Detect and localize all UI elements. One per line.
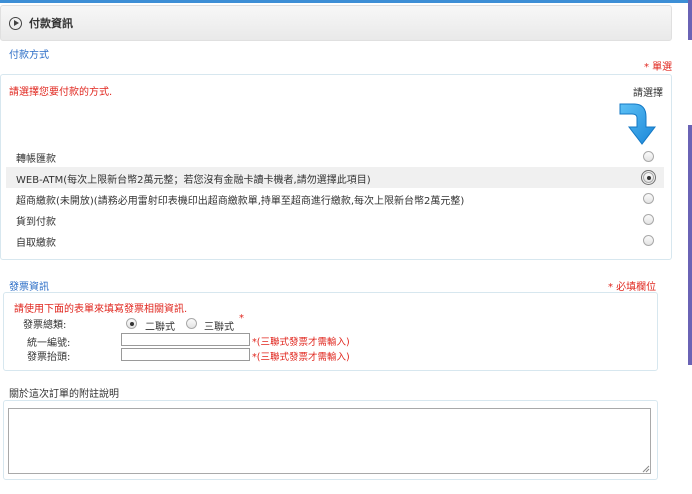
radio-cod[interactable] xyxy=(643,214,654,225)
payment-instruction: 請選擇您要付款的方式. xyxy=(9,87,113,98)
option-label: 自取繳款 xyxy=(16,238,56,249)
invoice-title-note: *(三聯式發票才需輸入) xyxy=(252,352,350,363)
top-accent-line xyxy=(0,0,692,3)
payment-option-transfer[interactable]: 轉帳匯款 xyxy=(6,146,664,167)
required-asterisk: * xyxy=(239,313,244,324)
option-label: WEB-ATM(每次上限新台幣2萬元整；若您沒有金融卡讀卡機者,請勿選擇此項目) xyxy=(16,175,371,186)
payment-option-convenience-store[interactable]: 超商繳款(未開放)(請務必用雷射印表機印出超商繳款單,持單至超商進行繳款,每次上… xyxy=(6,188,664,209)
radio-three-part-invoice[interactable] xyxy=(186,318,197,329)
three-part-label: 三聯式 xyxy=(204,322,234,333)
invoice-type-label: 發票總類: xyxy=(23,320,67,331)
single-choice-note: * 單選 xyxy=(644,62,673,73)
invoice-instruction: 請使用下面的表單來填寫發票相關資訊. xyxy=(14,304,188,315)
two-part-label: 二聯式 xyxy=(145,322,175,333)
order-comments-textarea[interactable] xyxy=(8,408,651,474)
tax-id-label: 統一編號: xyxy=(27,338,71,349)
tax-id-input[interactable] xyxy=(121,333,250,346)
right-edge-bar xyxy=(688,125,692,365)
choose-label: 請選擇 xyxy=(633,88,663,99)
order-comments-label: 關於這次訂單的附註說明 xyxy=(9,389,119,400)
option-label: 轉帳匯款 xyxy=(16,154,56,165)
radio-convenience-store[interactable] xyxy=(643,193,654,204)
tax-id-note: *(三聯式發票才需輸入) xyxy=(252,337,350,348)
radio-pickup[interactable] xyxy=(643,235,654,246)
payment-option-cod[interactable]: 貨到付款 xyxy=(6,209,664,230)
required-fields-note: * 必填欄位 xyxy=(608,282,657,293)
payment-info-header[interactable] xyxy=(0,5,672,41)
invoice-title-input[interactable] xyxy=(121,348,250,361)
option-label: 貨到付款 xyxy=(16,217,56,228)
payment-option-pickup[interactable]: 自取繳款 xyxy=(6,230,664,251)
payment-method-label: 付款方式 xyxy=(9,50,49,61)
invoice-title-label: 發票抬頭: xyxy=(27,352,71,363)
curved-arrow-down-icon xyxy=(619,103,657,145)
resize-handle-icon[interactable] xyxy=(641,464,650,473)
option-label: 超商繳款(未開放)(請務必用雷射印表機印出超商繳款單,持單至超商進行繳款,每次上… xyxy=(16,196,465,207)
play-circle-icon xyxy=(9,17,22,30)
invoice-info-label: 發票資訊 xyxy=(9,282,49,293)
right-edge-bar xyxy=(688,0,692,40)
radio-web-atm[interactable] xyxy=(641,170,656,185)
payment-option-web-atm[interactable]: WEB-ATM(每次上限新台幣2萬元整；若您沒有金融卡讀卡機者,請勿選擇此項目) xyxy=(6,167,664,188)
radio-two-part-invoice[interactable] xyxy=(126,318,137,329)
radio-transfer[interactable] xyxy=(643,151,654,162)
section-title: 付款資訊 xyxy=(29,17,73,30)
